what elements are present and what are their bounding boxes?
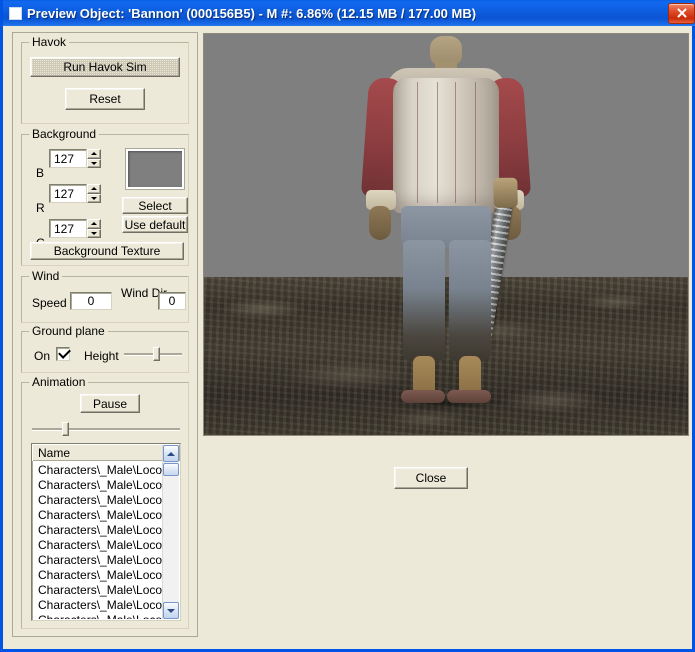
window-title: Preview Object: 'Bannon' (000156B5) - M … (27, 5, 477, 21)
list-item[interactable]: Characters\_Male\Loco... (33, 492, 162, 507)
animation-list-header: Name (32, 444, 180, 461)
slider-thumb[interactable] (152, 347, 160, 361)
arrow-down-icon (91, 161, 97, 165)
g-channel-input[interactable]: 127 (49, 219, 87, 238)
background-legend: Background (29, 127, 100, 141)
wind-dir-label: Wind Dir (121, 286, 168, 300)
arrow-down-icon (91, 196, 97, 200)
use-default-color-button[interactable]: Use default (122, 216, 188, 233)
list-item[interactable]: Characters\_Male\Loco... (33, 522, 162, 537)
model-left-leg (403, 240, 445, 362)
wind-speed-label: Speed (32, 296, 67, 310)
animation-list-scrollbar[interactable] (162, 445, 179, 619)
preview-viewport[interactable] (203, 33, 689, 436)
vest-seam (417, 82, 418, 203)
wind-legend: Wind (29, 269, 63, 283)
model-left-hand (369, 206, 391, 240)
animation-time-slider[interactable] (32, 421, 180, 437)
character-model (331, 34, 561, 435)
havok-legend: Havok (29, 35, 70, 49)
r-channel-input[interactable]: 127 (49, 184, 87, 203)
model-vest (393, 78, 499, 213)
g-channel-down-button[interactable] (87, 228, 101, 238)
ground-height-label: Height (84, 349, 119, 363)
controls-panel: Havok Run Havok Sim Reset Background B 1… (12, 32, 198, 637)
background-color-swatch (126, 149, 184, 189)
model-right-leg (449, 240, 491, 362)
g-channel-up-button[interactable] (87, 219, 101, 229)
r-channel-spin-buttons[interactable] (87, 184, 101, 203)
ground-plane-group: Ground plane On Height (21, 324, 189, 373)
run-havok-sim-button[interactable]: Run Havok Sim (30, 57, 180, 77)
list-item[interactable]: Characters\_Male\Loco... (33, 567, 162, 582)
b-channel-down-button[interactable] (87, 158, 101, 168)
wind-dir-input[interactable]: 0 (158, 292, 186, 310)
r-channel-stepper[interactable]: 127 (49, 184, 101, 203)
scroll-up-button[interactable] (163, 445, 179, 462)
g-channel-spin-buttons[interactable] (87, 219, 101, 238)
ground-plane-legend: Ground plane (29, 324, 108, 338)
b-channel-stepper[interactable]: 127 (49, 149, 101, 168)
arrow-up-icon (91, 187, 97, 191)
list-item[interactable]: Characters\_Male\Loco... (33, 582, 162, 597)
list-item[interactable]: Characters\_Male\Loco... (33, 537, 162, 552)
model-right-foot (447, 390, 491, 403)
reset-button[interactable]: Reset (65, 88, 145, 110)
weapon-stock (493, 177, 518, 209)
ground-height-slider[interactable] (124, 346, 182, 362)
checkmark-icon (58, 346, 71, 359)
chevron-up-icon (167, 451, 175, 456)
wind-group: Wind Speed 0 Wind Dir 0 (21, 269, 189, 323)
g-channel-stepper[interactable]: 127 (49, 219, 101, 238)
scroll-down-button[interactable] (163, 602, 179, 619)
list-item[interactable]: Characters\_Male\Loco... (33, 462, 162, 477)
b-channel-spin-buttons[interactable] (87, 149, 101, 168)
close-icon[interactable] (668, 2, 695, 24)
wind-speed-input[interactable]: 0 (70, 292, 112, 310)
r-channel-label: R (36, 201, 45, 215)
slider-thumb[interactable] (61, 422, 69, 436)
ground-plane-on-label: On (34, 349, 51, 363)
arrow-up-icon (91, 222, 97, 226)
list-item[interactable]: Characters\_Male\Loco... (33, 477, 162, 492)
select-color-button[interactable]: Select (122, 197, 188, 214)
vest-seam (437, 82, 438, 203)
chevron-down-icon (167, 608, 175, 613)
animation-group: Animation Pause Name Characters\_Male\Lo… (21, 375, 189, 629)
r-channel-down-button[interactable] (87, 193, 101, 203)
title-bar: Preview Object: 'Bannon' (000156B5) - M … (3, 0, 695, 26)
vest-seam (475, 82, 476, 203)
close-button[interactable]: Close (394, 467, 468, 489)
vest-seam (455, 82, 456, 203)
b-channel-label: B (36, 166, 45, 180)
list-item[interactable]: Characters\_Male\Loco... (33, 552, 162, 567)
havok-group: Havok Run Havok Sim Reset (21, 35, 189, 124)
preview-object-window: Preview Object: 'Bannon' (000156B5) - M … (0, 0, 695, 652)
b-channel-up-button[interactable] (87, 149, 101, 159)
list-item[interactable]: Characters\_Male\Loco... (33, 507, 162, 522)
window-icon (9, 6, 22, 20)
arrow-up-icon (91, 152, 97, 156)
background-group: Background B 127 R 127 G 127 (21, 127, 189, 266)
animation-legend: Animation (29, 375, 89, 389)
background-texture-button[interactable]: Background Texture (30, 242, 184, 260)
model-left-foot (401, 390, 445, 403)
list-item[interactable]: Characters\_Male\Loco... (33, 597, 162, 612)
b-channel-input[interactable]: 127 (49, 149, 87, 168)
animation-list-rows[interactable]: Characters\_Male\Loco... Characters\_Male… (33, 462, 162, 620)
pause-button[interactable]: Pause (80, 394, 140, 413)
ground-plane-on-checkbox[interactable] (56, 346, 71, 361)
animation-list[interactable]: Name Characters\_Male\Loco... Characters\… (31, 443, 181, 621)
arrow-down-icon (91, 231, 97, 235)
scrollbar-thumb[interactable] (163, 463, 179, 476)
column-header-name[interactable]: Name (32, 444, 180, 461)
list-item[interactable]: Characters\_Male\Loco... (33, 612, 162, 620)
r-channel-up-button[interactable] (87, 184, 101, 194)
slider-track (32, 428, 180, 431)
